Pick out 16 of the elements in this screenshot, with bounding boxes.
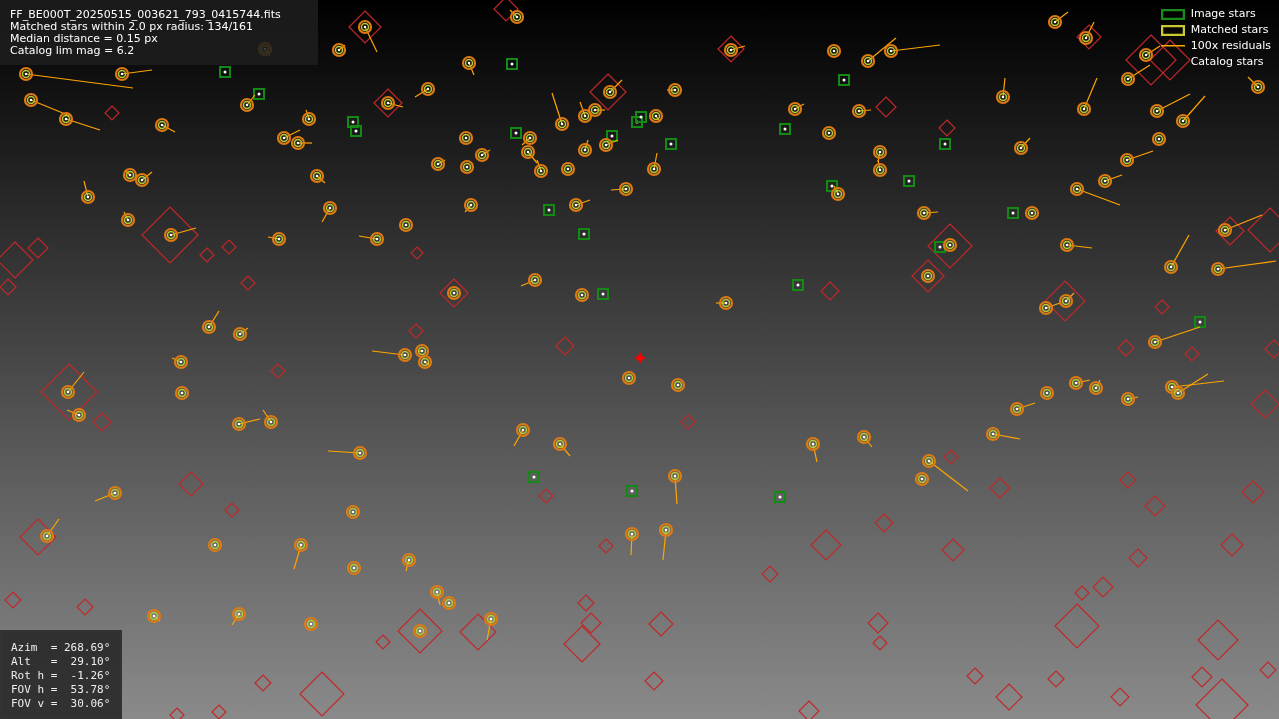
info-text: Matched stars within 2.0 px radius: 134/161 [10,21,254,33]
matched-star-marker-icon [1160,24,1185,36]
legend-label: Image stars [1190,5,1256,22]
info-text: FF_BE000T_20250515_003621_793_0415744.fits [10,9,282,21]
info-text: Median distance = 0.15 px [10,33,159,45]
legend-label: 100x residuals [1190,37,1271,54]
pointing-text: Alt = 29.10° [11,655,111,669]
pointing-text: FOV h = 53.78° [11,683,111,697]
line-icon [1160,44,1185,48]
pointing-text: Azim = 268.69° [11,641,111,655]
info-text: Catalog lim mag = 6.2 [10,45,136,57]
legend-label: Catalog stars [1190,53,1264,70]
image-star-marker-icon [1160,8,1185,20]
legend-label: Matched stars [1190,21,1269,38]
pointing-text: FOV v = 30.06° [11,697,111,711]
pointing-text: Rot h = -1.26° [11,669,111,683]
